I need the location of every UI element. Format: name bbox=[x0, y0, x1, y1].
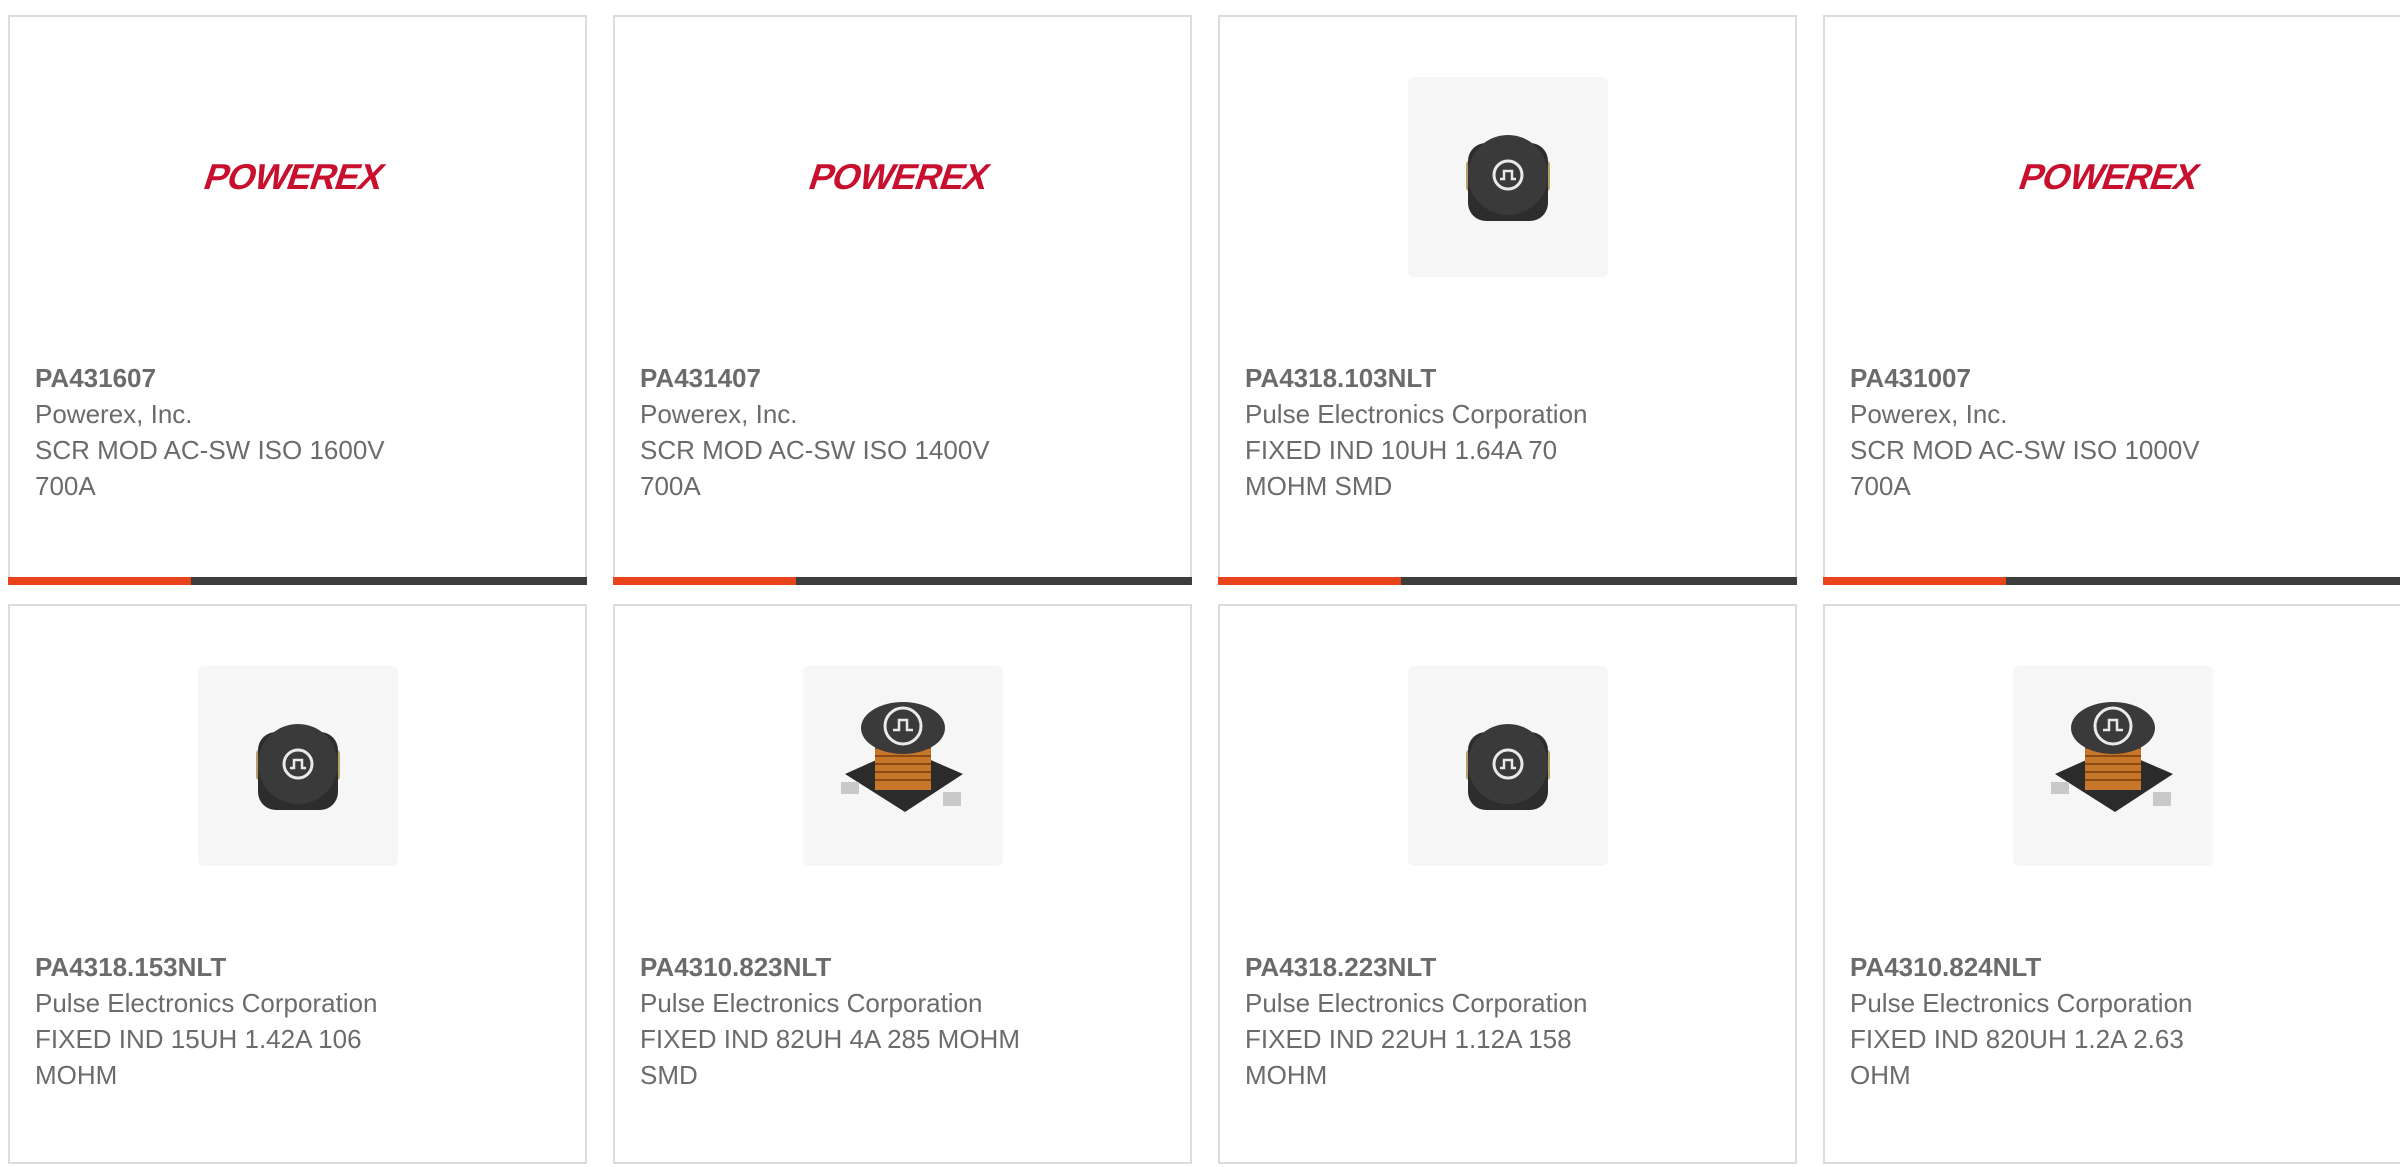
product-info: PA4310.823NLT Pulse Electronics Corporat… bbox=[640, 949, 1060, 1093]
inductor-shielded-image bbox=[1407, 666, 1608, 866]
svg-text:POWEREX: POWEREX bbox=[199, 157, 390, 197]
product-image[interactable] bbox=[10, 666, 585, 866]
inductor-shielded-image bbox=[197, 666, 398, 866]
part-number[interactable]: PA4318.223NLT bbox=[1245, 949, 1665, 985]
part-number[interactable]: PA4310.824NLT bbox=[1850, 949, 2270, 985]
card-accent-bar bbox=[1823, 577, 2006, 585]
product-image[interactable] bbox=[1220, 77, 1795, 277]
description: FIXED IND 22UH 1.12A 158 MOHM bbox=[1245, 1024, 1572, 1090]
manufacturer: Pulse Electronics Corporation bbox=[1245, 988, 1588, 1018]
product-image[interactable]: POWEREX bbox=[1825, 77, 2400, 277]
part-number[interactable]: PA4318.103NLT bbox=[1245, 360, 1665, 396]
product-card[interactable]: POWEREX PA431007 Powerex, Inc. SCR MOD A… bbox=[1823, 15, 2400, 585]
part-number[interactable]: PA4310.823NLT bbox=[640, 949, 1060, 985]
manufacturer: Powerex, Inc. bbox=[1850, 399, 2008, 429]
powerex-logo: POWEREX bbox=[199, 157, 390, 197]
product-info: PA4318.153NLT Pulse Electronics Corporat… bbox=[35, 949, 455, 1093]
manufacturer: Pulse Electronics Corporation bbox=[1850, 988, 2193, 1018]
product-card[interactable]: POWEREX PA431607 Powerex, Inc. SCR MOD A… bbox=[8, 15, 587, 585]
card-accent-bar bbox=[613, 577, 796, 585]
inductor-icon bbox=[255, 724, 340, 810]
inductor-icon bbox=[2050, 702, 2173, 812]
description: FIXED IND 15UH 1.42A 106 MOHM bbox=[35, 1024, 362, 1090]
card-bottom-bar bbox=[1823, 577, 2400, 585]
product-info: PA4318.223NLT Pulse Electronics Corporat… bbox=[1245, 949, 1665, 1093]
product-card[interactable]: POWEREX PA431407 Powerex, Inc. SCR MOD A… bbox=[613, 15, 1192, 585]
product-image[interactable]: POWEREX bbox=[10, 77, 585, 277]
part-number[interactable]: PA4318.153NLT bbox=[35, 949, 455, 985]
description: SCR MOD AC-SW ISO 1000V 700A bbox=[1850, 435, 2200, 501]
inductor-icon bbox=[1465, 724, 1550, 810]
product-info: PA431407 Powerex, Inc. SCR MOD AC-SW ISO… bbox=[640, 360, 1060, 504]
description: SCR MOD AC-SW ISO 1600V 700A bbox=[35, 435, 385, 501]
part-number[interactable]: PA431407 bbox=[640, 360, 1060, 396]
description: FIXED IND 82UH 4A 285 MOHM SMD bbox=[640, 1024, 1020, 1090]
card-bottom-bar bbox=[1218, 577, 1797, 585]
inductor-icon bbox=[840, 702, 963, 812]
product-info: PA431007 Powerex, Inc. SCR MOD AC-SW ISO… bbox=[1850, 360, 2270, 504]
product-info: PA4310.824NLT Pulse Electronics Corporat… bbox=[1850, 949, 2270, 1093]
description: FIXED IND 10UH 1.64A 70 MOHM SMD bbox=[1245, 435, 1558, 501]
product-info: PA4318.103NLT Pulse Electronics Corporat… bbox=[1245, 360, 1665, 504]
card-accent-bar bbox=[1218, 577, 1401, 585]
product-grid: POWEREX PA431607 Powerex, Inc. SCR MOD A… bbox=[8, 15, 2400, 1164]
product-image[interactable] bbox=[1825, 666, 2400, 866]
svg-text:POWEREX: POWEREX bbox=[804, 157, 995, 197]
product-image[interactable]: POWEREX bbox=[615, 77, 1190, 277]
part-number[interactable]: PA431007 bbox=[1850, 360, 2270, 396]
inductor-shielded-image bbox=[1407, 77, 1608, 277]
manufacturer: Powerex, Inc. bbox=[640, 399, 798, 429]
card-bottom-bar bbox=[613, 577, 1192, 585]
inductor-open-coil-image bbox=[2012, 666, 2213, 866]
part-number[interactable]: PA431607 bbox=[35, 360, 455, 396]
manufacturer: Powerex, Inc. bbox=[35, 399, 193, 429]
product-card[interactable]: PA4310.823NLT Pulse Electronics Corporat… bbox=[613, 604, 1192, 1164]
card-accent-bar bbox=[8, 577, 191, 585]
inductor-open-coil-image bbox=[802, 666, 1003, 866]
product-image[interactable] bbox=[1220, 666, 1795, 866]
inductor-icon bbox=[1465, 135, 1550, 221]
manufacturer: Pulse Electronics Corporation bbox=[35, 988, 378, 1018]
powerex-logo: POWEREX bbox=[804, 157, 995, 197]
card-bottom-bar bbox=[8, 577, 587, 585]
product-card[interactable]: PA4318.223NLT Pulse Electronics Corporat… bbox=[1218, 604, 1797, 1164]
manufacturer: Pulse Electronics Corporation bbox=[640, 988, 983, 1018]
description: SCR MOD AC-SW ISO 1400V 700A bbox=[640, 435, 990, 501]
product-image[interactable] bbox=[615, 666, 1190, 866]
product-card[interactable]: PA4318.153NLT Pulse Electronics Corporat… bbox=[8, 604, 587, 1164]
product-card[interactable]: PA4318.103NLT Pulse Electronics Corporat… bbox=[1218, 15, 1797, 585]
svg-text:POWEREX: POWEREX bbox=[2014, 157, 2205, 197]
description: FIXED IND 820UH 1.2A 2.63 OHM bbox=[1850, 1024, 2184, 1090]
product-info: PA431607 Powerex, Inc. SCR MOD AC-SW ISO… bbox=[35, 360, 455, 504]
powerex-logo: POWEREX bbox=[2014, 157, 2205, 197]
product-card[interactable]: PA4310.824NLT Pulse Electronics Corporat… bbox=[1823, 604, 2400, 1164]
manufacturer: Pulse Electronics Corporation bbox=[1245, 399, 1588, 429]
